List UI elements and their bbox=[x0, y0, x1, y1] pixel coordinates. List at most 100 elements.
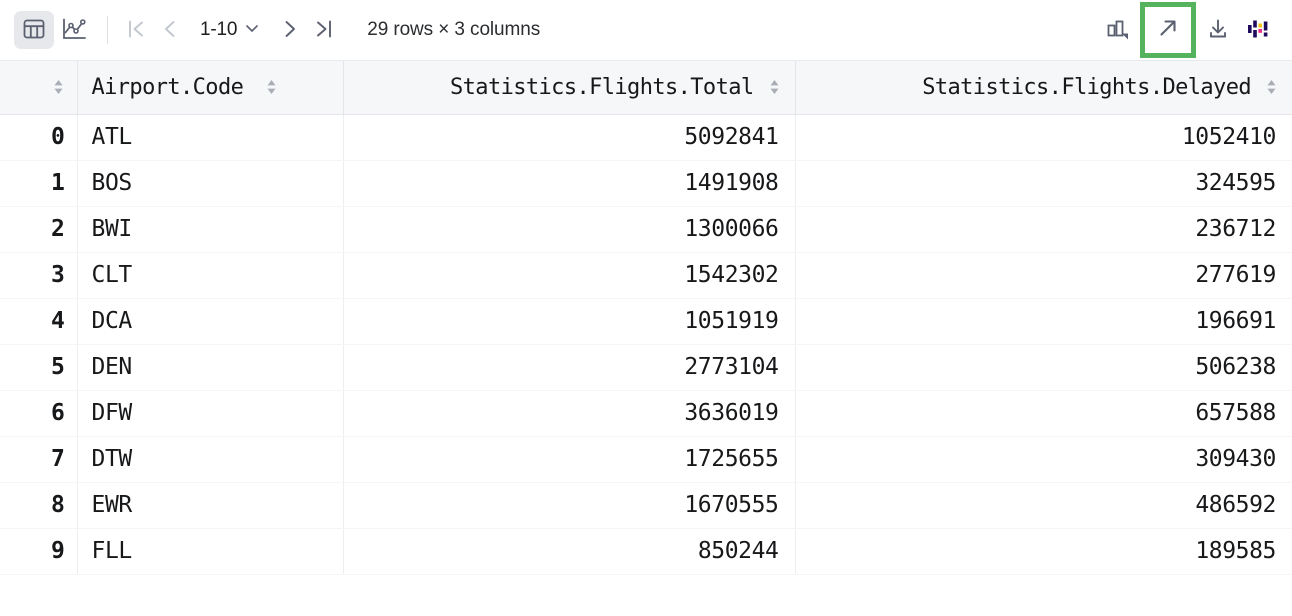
cell-airport-code[interactable]: DCA bbox=[77, 298, 344, 345]
cell-airport-code[interactable]: ATL bbox=[77, 114, 344, 161]
cell-flights-delayed[interactable]: 189585 bbox=[795, 528, 1292, 575]
cell-airport-code[interactable]: DEN bbox=[77, 344, 344, 391]
cell-flights-delayed-value: 277619 bbox=[1195, 262, 1276, 288]
cell-flights-total[interactable]: 1491908 bbox=[343, 160, 796, 207]
cell-flights-total[interactable]: 1725655 bbox=[343, 436, 796, 483]
chevron-down-icon bbox=[244, 20, 260, 41]
table-grid-icon bbox=[21, 16, 47, 45]
cell-flights-delayed-value: 189585 bbox=[1195, 538, 1276, 564]
prev-page-button[interactable] bbox=[153, 12, 187, 48]
table-row[interactable]: 1 BOS 1491908 324595 bbox=[0, 160, 1292, 207]
cell-flights-total[interactable]: 2773104 bbox=[343, 344, 796, 391]
open-in-new-window-button[interactable] bbox=[1140, 2, 1196, 58]
next-page-button[interactable] bbox=[273, 12, 307, 48]
sort-toggle-airport-code[interactable] bbox=[265, 78, 278, 96]
cell-flights-total[interactable]: 5092841 bbox=[343, 114, 796, 161]
cell-index[interactable]: 2 bbox=[0, 206, 78, 253]
cell-index[interactable]: 7 bbox=[0, 436, 78, 483]
table-row[interactable]: 5 DEN 2773104 506238 bbox=[0, 344, 1292, 391]
next-page-icon bbox=[279, 17, 301, 44]
first-page-button[interactable] bbox=[119, 12, 153, 48]
cell-airport-code[interactable]: BWI bbox=[77, 206, 344, 253]
column-header-label: Statistics.Flights.Total bbox=[450, 74, 754, 100]
cell-index[interactable]: 4 bbox=[0, 298, 78, 345]
cell-flights-delayed[interactable]: 236712 bbox=[795, 206, 1292, 253]
cell-flights-delayed[interactable]: 324595 bbox=[795, 160, 1292, 207]
cell-index[interactable]: 9 bbox=[0, 528, 78, 575]
chart-settings-button[interactable] bbox=[1098, 11, 1138, 49]
cell-flights-total-value: 1670555 bbox=[684, 492, 779, 518]
cell-index[interactable]: 8 bbox=[0, 482, 78, 529]
page-range-selector[interactable]: 1-10 bbox=[195, 16, 265, 44]
cell-airport-code[interactable]: BOS bbox=[77, 160, 344, 207]
cell-flights-delayed[interactable]: 1052410 bbox=[795, 114, 1292, 161]
cell-airport-code-value: FLL bbox=[91, 538, 133, 564]
table-view-button[interactable] bbox=[14, 11, 54, 49]
cell-flights-total-value: 1051919 bbox=[684, 308, 779, 334]
cell-flights-delayed[interactable]: 657588 bbox=[795, 390, 1292, 437]
toolbar: 1-10 29 rows × 3 columns bbox=[0, 0, 1292, 61]
cell-airport-code[interactable]: DFW bbox=[77, 390, 344, 437]
cell-index[interactable]: 3 bbox=[0, 252, 78, 299]
cell-airport-code[interactable]: DTW bbox=[77, 436, 344, 483]
table-row[interactable]: 9 FLL 850244 189585 bbox=[0, 528, 1292, 575]
rows-columns-summary: 29 rows × 3 columns bbox=[367, 19, 541, 40]
download-icon bbox=[1204, 15, 1232, 46]
column-header-flights-delayed[interactable]: Statistics.Flights.Delayed bbox=[795, 61, 1292, 115]
cell-flights-total[interactable]: 850244 bbox=[343, 528, 796, 575]
cell-flights-delayed[interactable]: 506238 bbox=[795, 344, 1292, 391]
table-row[interactable]: 7 DTW 1725655 309430 bbox=[0, 436, 1292, 483]
export-button[interactable] bbox=[1198, 11, 1238, 49]
column-header-label: Statistics.Flights.Delayed bbox=[922, 74, 1251, 100]
cell-index-value: 9 bbox=[51, 538, 65, 564]
table-row[interactable]: 0 ATL 5092841 1052410 bbox=[0, 114, 1292, 161]
first-page-icon bbox=[125, 17, 147, 44]
cell-flights-total[interactable]: 1670555 bbox=[343, 482, 796, 529]
cell-index[interactable]: 6 bbox=[0, 390, 78, 437]
column-header-index[interactable] bbox=[0, 61, 78, 115]
table-row[interactable]: 2 BWI 1300066 236712 bbox=[0, 206, 1292, 253]
cell-flights-total[interactable]: 1300066 bbox=[343, 206, 796, 253]
sort-toggle-flights-total[interactable] bbox=[768, 78, 781, 96]
cell-flights-delayed[interactable]: 486592 bbox=[795, 482, 1292, 529]
cell-airport-code[interactable]: CLT bbox=[77, 252, 344, 299]
dataspell-button[interactable] bbox=[1238, 11, 1278, 49]
cell-index-value: 4 bbox=[51, 308, 65, 334]
table-row[interactable]: 3 CLT 1542302 277619 bbox=[0, 252, 1292, 299]
cell-index[interactable]: 5 bbox=[0, 344, 78, 391]
dataframe-viewer: 1-10 29 rows × 3 columns Airport.Code St… bbox=[0, 0, 1292, 616]
table-row[interactable]: 8 EWR 1670555 486592 bbox=[0, 482, 1292, 529]
last-page-button[interactable] bbox=[307, 12, 341, 48]
cell-flights-delayed[interactable]: 309430 bbox=[795, 436, 1292, 483]
column-header-flights-total[interactable]: Statistics.Flights.Total bbox=[343, 61, 796, 115]
dataframe-table: Airport.Code Statistics.Flights.Total St… bbox=[0, 61, 1292, 575]
chart-view-button[interactable] bbox=[54, 11, 94, 49]
cell-airport-code[interactable]: EWR bbox=[77, 482, 344, 529]
table-row[interactable]: 6 DFW 3636019 657588 bbox=[0, 390, 1292, 437]
cell-index-value: 8 bbox=[51, 492, 65, 518]
prev-page-icon bbox=[159, 17, 181, 44]
cell-flights-total[interactable]: 1051919 bbox=[343, 298, 796, 345]
cell-index-value: 7 bbox=[51, 446, 65, 472]
cell-index[interactable]: 0 bbox=[0, 114, 78, 161]
cell-flights-delayed[interactable]: 277619 bbox=[795, 252, 1292, 299]
cell-airport-code-value: DCA bbox=[91, 308, 133, 334]
cell-flights-delayed-value: 324595 bbox=[1195, 170, 1276, 196]
sort-toggle-index[interactable] bbox=[52, 78, 65, 96]
cell-flights-delayed-value: 657588 bbox=[1195, 400, 1276, 426]
cell-flights-delayed-value: 1052410 bbox=[1181, 124, 1277, 150]
cell-index-value: 0 bbox=[51, 124, 65, 150]
cell-flights-total[interactable]: 3636019 bbox=[343, 390, 796, 437]
sort-toggle-flights-delayed[interactable] bbox=[1265, 78, 1278, 96]
cell-index[interactable]: 1 bbox=[0, 160, 78, 207]
cell-index-value: 6 bbox=[51, 400, 65, 426]
bar-chart-dropdown-icon bbox=[1103, 14, 1133, 47]
cell-index-value: 5 bbox=[51, 354, 65, 380]
column-header-airport-code[interactable]: Airport.Code bbox=[77, 61, 344, 115]
cell-flights-total[interactable]: 1542302 bbox=[343, 252, 796, 299]
table-row[interactable]: 4 DCA 1051919 196691 bbox=[0, 298, 1292, 345]
cell-flights-delayed[interactable]: 196691 bbox=[795, 298, 1292, 345]
dataframe-table-container[interactable]: Airport.Code Statistics.Flights.Total St… bbox=[0, 61, 1292, 616]
cell-airport-code[interactable]: FLL bbox=[77, 528, 344, 575]
open-in-new-window-icon bbox=[1154, 14, 1182, 47]
